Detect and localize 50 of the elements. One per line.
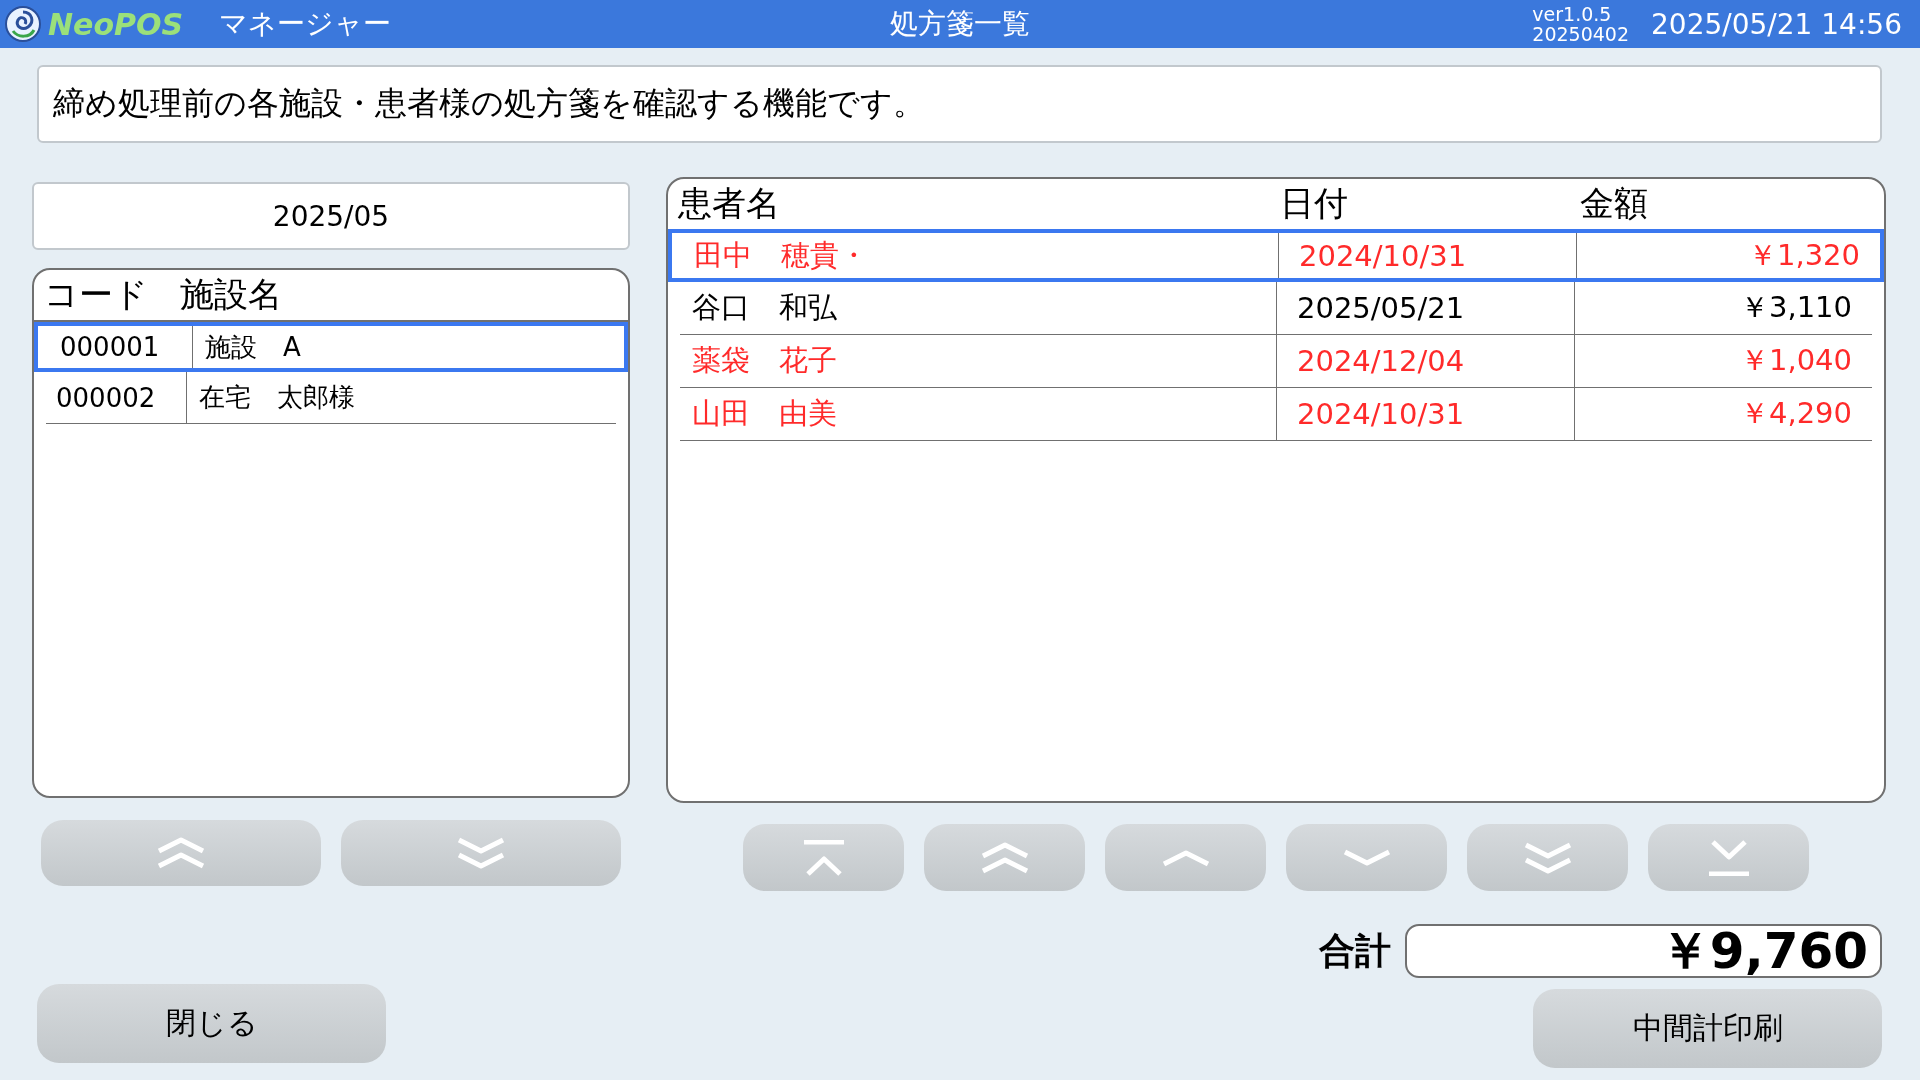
table-cell: 2024/10/31 [1279,233,1577,278]
patient-row[interactable]: 谷口 和弘 2025/05/21 ￥3,110 [680,282,1872,335]
facility-row[interactable]: 000002 在宅 太郎様 [46,372,616,424]
scroll-button[interactable] [1286,824,1447,891]
scroll-button[interactable] [41,820,321,886]
user-role: マネージャー [219,6,392,42]
column-header: 金額 [1580,182,1648,225]
double-chevron-up-icon [156,835,206,871]
datetime: 2025/05/21 14:56 [1651,7,1902,41]
table-cell: 2024/12/04 [1277,335,1575,387]
total-field: ￥9,760 [1405,924,1882,978]
table-cell: 2025/05/21 [1277,282,1575,334]
table-cell-text: ￥3,110 [1738,289,1853,326]
table-cell: 薬袋 花子 [680,335,1277,387]
scroll-button[interactable] [341,820,621,886]
column-header: コード [44,273,148,316]
scroll-button[interactable] [1105,824,1266,891]
column-header: 患者名 [678,182,781,225]
table-cell-text: 在宅 太郎様 [198,381,355,414]
table-cell-text: ￥1,040 [1738,342,1853,379]
scroll-button[interactable] [1467,824,1628,891]
build-text: 20250402 [1532,24,1629,44]
patient-row[interactable]: 薬袋 花子 2024/12/04 ￥1,040 [680,335,1872,388]
table-cell: 000002 [46,372,187,423]
table-cell: 谷口 和弘 [680,282,1277,334]
logo-icon [4,5,42,43]
version-text: ver1.0.5 [1532,4,1613,24]
month-field[interactable]: 2025/05 [32,182,630,250]
scroll-button[interactable] [924,824,1085,891]
scroll-button[interactable] [743,824,904,891]
close-button[interactable]: 閉じる [37,984,386,1063]
table-cell: 000001 [38,326,193,368]
patient-row[interactable]: 田中 穂貴・ 2024/10/31 ￥1,320 [668,229,1884,282]
table-cell-text: ￥4,290 [1738,395,1853,432]
column-header: 日付 [1280,182,1349,225]
table-cell: 2024/10/31 [1277,388,1575,440]
column-header: 施設名 [180,273,282,316]
info-message: 締め処理前の各施設・患者様の処方箋を確認する機能です。 [37,65,1882,143]
print-button[interactable]: 中間計印刷 [1533,989,1882,1068]
table-cell-text: 施設 A [204,330,301,364]
logo-text: NeoPOS [48,6,184,42]
facility-row[interactable]: 000001 施設 A [34,322,628,372]
table-cell-text: ￥1,320 [1746,236,1861,274]
patient-row[interactable]: 山田 由美 2024/10/31 ￥4,290 [680,388,1872,441]
table-cell: 山田 由美 [680,388,1277,440]
screen-title: 処方箋一覧 [890,6,1030,42]
double-chevron-down-icon [456,835,506,871]
total-label: 合計 [1319,928,1391,973]
table-cell: 田中 穂貴・ [682,233,1279,278]
scroll-button[interactable] [1648,824,1809,891]
